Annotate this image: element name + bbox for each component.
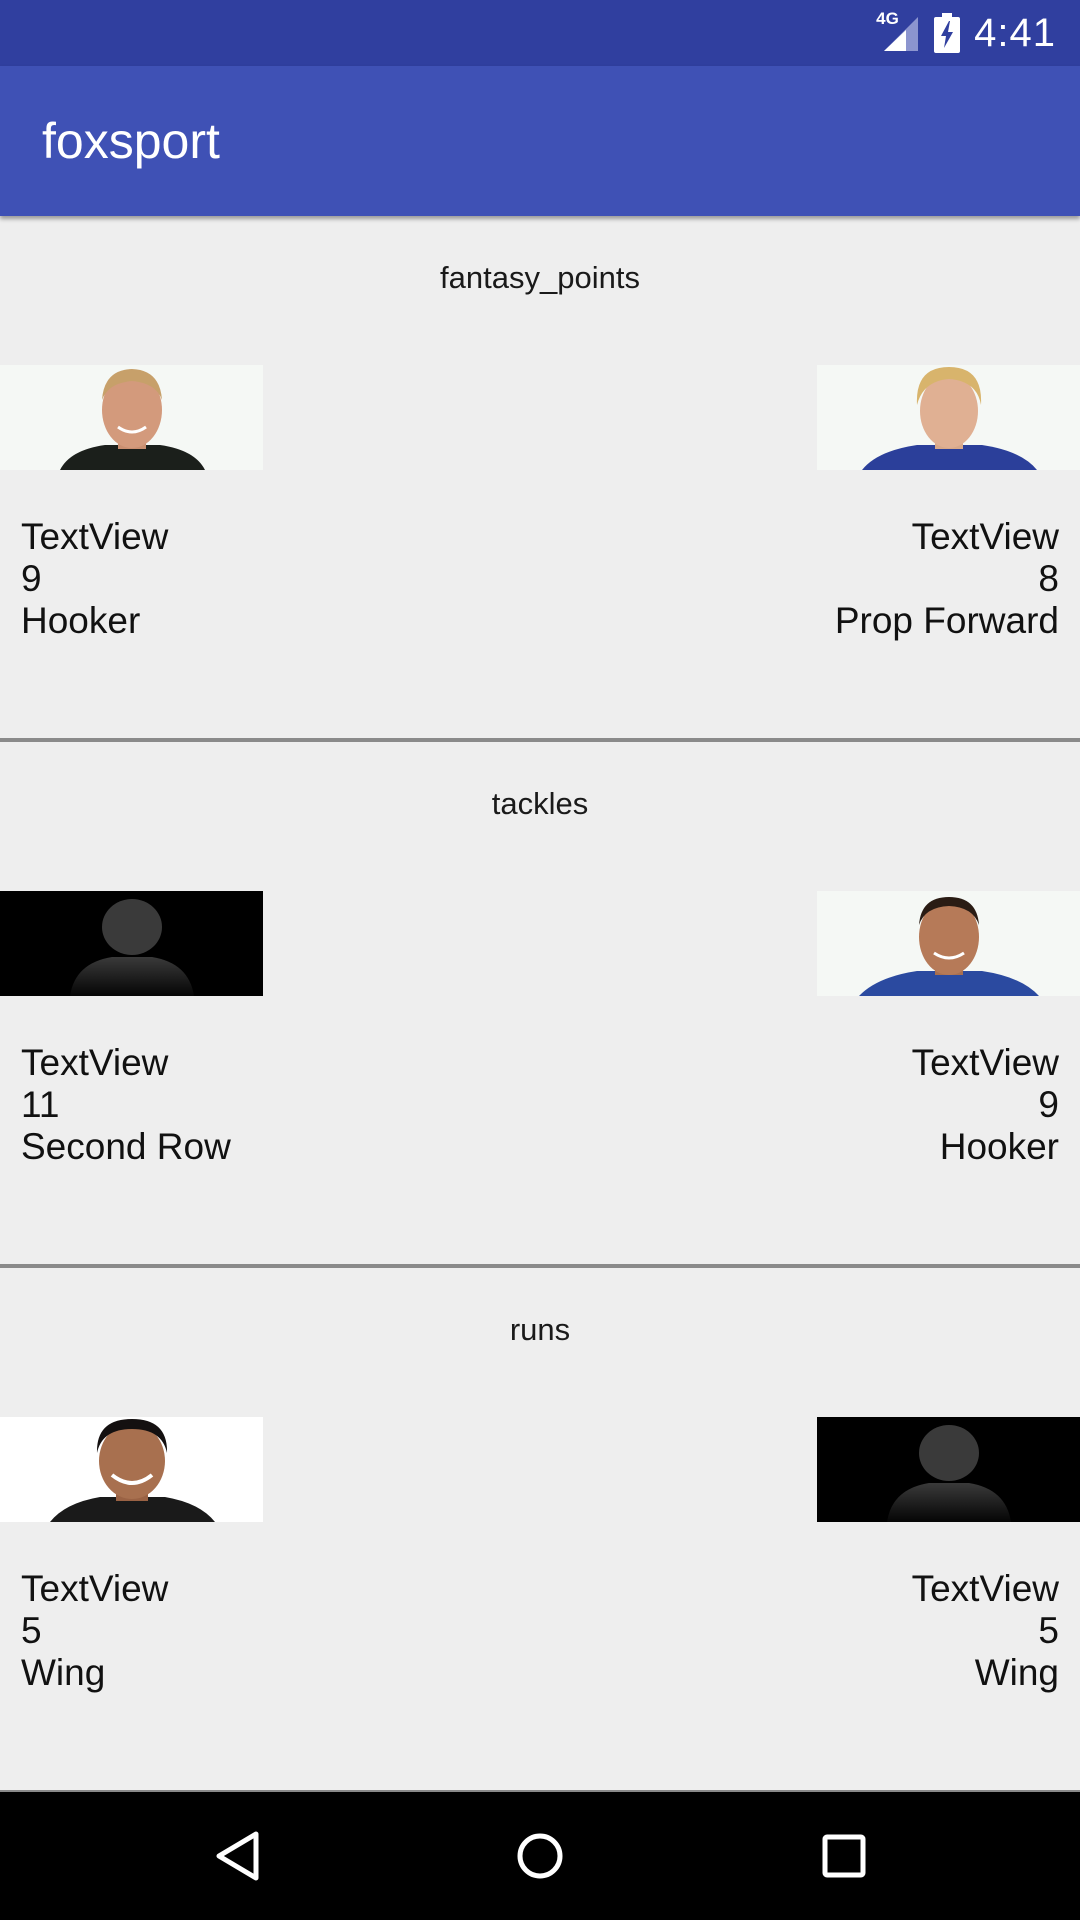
player-stat-value: 8: [1038, 558, 1059, 599]
player-name: TextView: [21, 1568, 169, 1609]
section-title: runs: [509, 1312, 571, 1347]
player-photo[interactable]: [817, 365, 1080, 470]
player-position: Hooker: [939, 1126, 1059, 1167]
status-bar: 4G 4:41: [0, 0, 1080, 66]
leaderboard-list[interactable]: fantasy_points TextView 9 Hooker TextVie…: [0, 216, 1080, 1794]
player-left-info: TextView 9 Hooker: [21, 516, 168, 642]
player-name: TextView: [911, 1568, 1059, 1609]
player-stat-value: 5: [21, 1610, 42, 1651]
player-photo[interactable]: [817, 891, 1080, 996]
player-name: TextView: [911, 1042, 1059, 1083]
player-right-info: TextView 9 Hooker: [912, 1042, 1059, 1168]
player-left-info: TextView 5 Wing: [21, 1568, 168, 1694]
stat-section-runs: runs TextView 5 Wing TextView 5 Wing: [0, 1268, 1080, 1794]
player-left-info: TextView 11 Second Row: [21, 1042, 231, 1168]
placeholder-silhouette[interactable]: [0, 891, 263, 996]
home-icon: [517, 1833, 563, 1879]
player-position: Prop Forward: [834, 600, 1059, 641]
section-title: fantasy_points: [440, 260, 640, 295]
home-button[interactable]: [480, 1792, 600, 1920]
player-name: TextView: [911, 516, 1059, 557]
back-icon: [216, 1831, 259, 1881]
player-stat-value: 5: [1038, 1610, 1059, 1651]
player-position: Second Row: [21, 1126, 231, 1167]
back-button[interactable]: [178, 1792, 298, 1920]
player-stat-value: 9: [21, 558, 42, 599]
stat-section-tackles: tackles TextView 11 Second Row TextView …: [0, 742, 1080, 1268]
signal-4g-icon: 4G: [876, 9, 920, 53]
section-title: tackles: [491, 786, 589, 821]
status-icons: 4G 4:41: [876, 0, 1056, 66]
player-name: TextView: [21, 516, 169, 557]
player-position: Wing: [974, 1652, 1059, 1693]
player-photo[interactable]: [0, 365, 263, 470]
recents-icon: [822, 1834, 866, 1878]
player-position: Hooker: [21, 600, 141, 641]
placeholder-silhouette[interactable]: [817, 1417, 1080, 1522]
player-stat-value: 9: [1038, 1084, 1059, 1125]
clock: 4:41: [974, 10, 1056, 55]
battery-charging-icon: [934, 13, 961, 53]
player-right-info: TextView 5 Wing: [912, 1568, 1059, 1694]
app-title: foxsport: [42, 113, 220, 169]
stat-section-fantasy-points: fantasy_points TextView 9 Hooker TextVie…: [0, 216, 1080, 742]
navigation-bar: [0, 1792, 1080, 1920]
player-position: Wing: [21, 1652, 106, 1693]
player-stat-value: 11: [21, 1084, 60, 1125]
player-name: TextView: [21, 1042, 169, 1083]
player-right-info: TextView 8 Prop Forward: [835, 516, 1059, 642]
player-photo[interactable]: [0, 1417, 263, 1522]
recents-button[interactable]: [784, 1792, 904, 1920]
app-bar: foxsport: [0, 66, 1080, 216]
